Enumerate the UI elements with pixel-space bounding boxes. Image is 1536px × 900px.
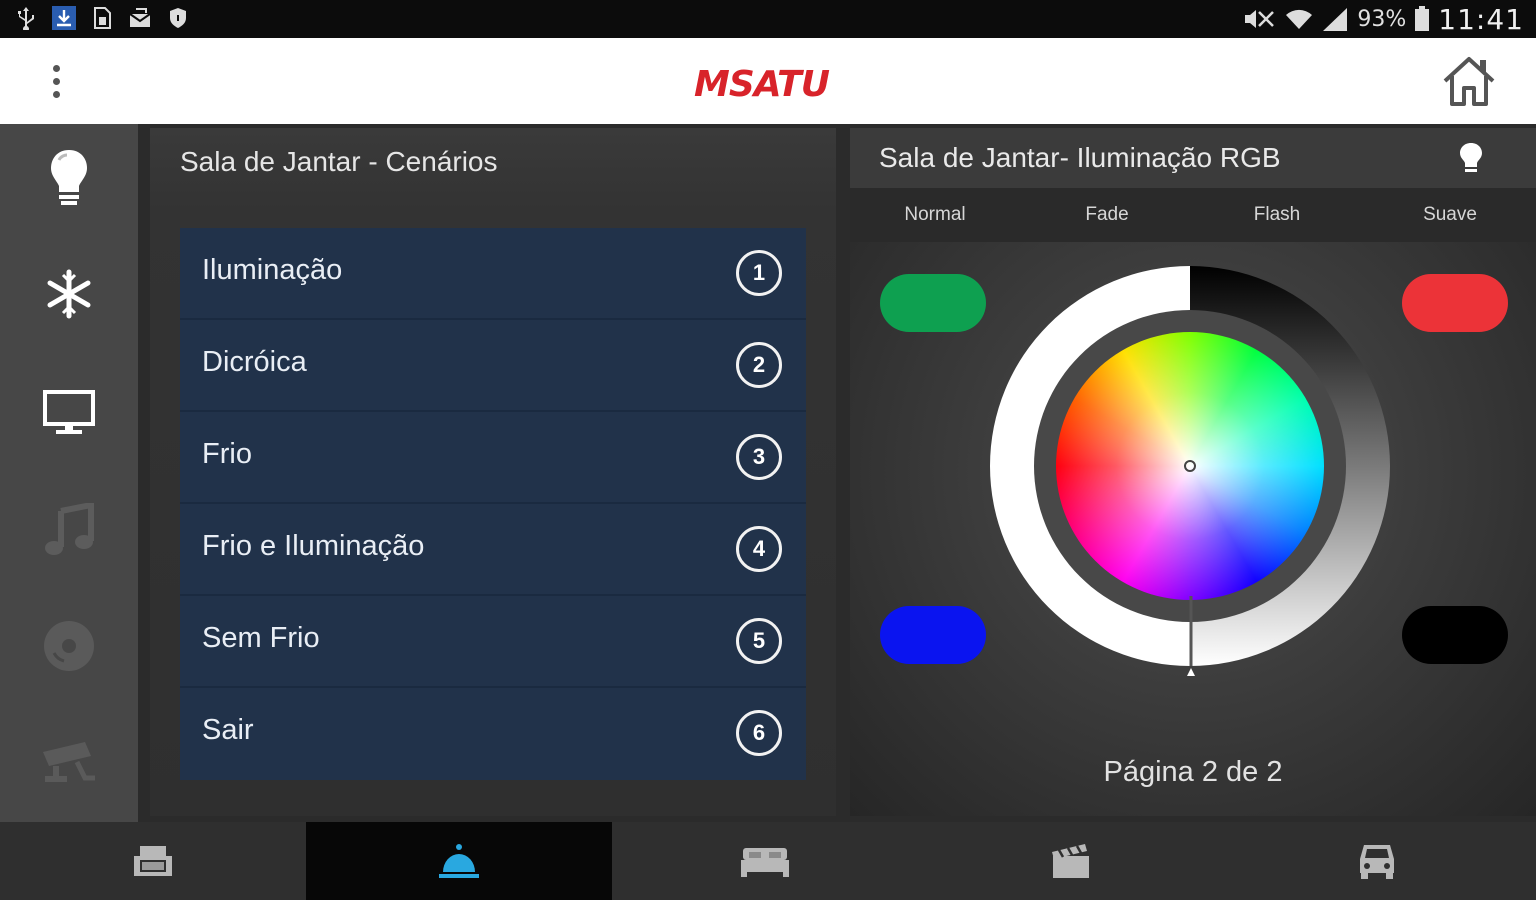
sim-icon bbox=[90, 6, 114, 30]
battery-icon bbox=[1415, 6, 1430, 31]
scene-number-badge: 2 bbox=[736, 342, 782, 388]
scene-number-badge: 4 bbox=[736, 526, 782, 572]
battery-percent: 93% bbox=[1357, 6, 1407, 32]
tab-normal[interactable]: Normal bbox=[875, 204, 995, 226]
snowflake-icon bbox=[47, 269, 91, 319]
swatch-green[interactable] bbox=[880, 274, 986, 332]
scene-item-dicroica[interactable]: Dicróica 2 bbox=[180, 320, 806, 412]
scene-label: Sem Frio bbox=[202, 622, 320, 654]
notification-icons bbox=[14, 6, 190, 30]
status-bar: 93% 11:41 bbox=[0, 0, 1536, 38]
scene-label: Dicróica bbox=[202, 346, 307, 378]
car-icon bbox=[1360, 845, 1394, 879]
scene-number-badge: 6 bbox=[736, 710, 782, 756]
shield-icon bbox=[166, 6, 190, 30]
scene-item-sem-frio[interactable]: Sem Frio 5 bbox=[180, 596, 806, 688]
rgb-panel-title: Sala de Jantar- Iluminação RGB bbox=[879, 142, 1281, 173]
sidebar-item-camera[interactable] bbox=[29, 722, 109, 802]
lightbulb-icon bbox=[51, 150, 87, 205]
page-indicator: Página 2 de 2 bbox=[1103, 756, 1283, 788]
scene-label: Sair bbox=[202, 714, 254, 746]
scene-number-badge: 3 bbox=[736, 434, 782, 480]
rgb-panel: Sala de Jantar- Iluminação RGB Normal Fa… bbox=[850, 128, 1536, 816]
clock: 11:41 bbox=[1438, 2, 1524, 36]
scene-label: Iluminação bbox=[202, 254, 343, 286]
scenes-panel: Sala de Jantar - Cenários Iluminação 1 D… bbox=[150, 128, 836, 816]
clapperboard-icon bbox=[1052, 844, 1089, 878]
scene-number-badge: 1 bbox=[736, 250, 782, 296]
svg-text:MSATU: MSATU bbox=[694, 64, 830, 105]
swatch-red[interactable] bbox=[1402, 274, 1508, 332]
room-tab-living-room[interactable] bbox=[0, 822, 306, 900]
room-nav bbox=[0, 822, 1536, 900]
color-picker bbox=[990, 266, 1390, 678]
tab-fade[interactable]: Fade bbox=[1047, 204, 1167, 226]
tab-flash[interactable]: Flash bbox=[1217, 204, 1337, 226]
mode-tabs: Normal Fade Flash Suave bbox=[850, 188, 1536, 242]
bed-icon bbox=[741, 848, 789, 877]
room-tab-cinema[interactable] bbox=[918, 822, 1224, 900]
scene-label: Frio e Iluminação bbox=[202, 530, 425, 562]
sidebar-item-climate[interactable] bbox=[29, 254, 109, 334]
scene-item-sair[interactable]: Sair 6 bbox=[180, 688, 806, 780]
sidebar-item-tv[interactable] bbox=[29, 372, 109, 452]
swatch-blue[interactable] bbox=[880, 606, 986, 664]
disc-icon bbox=[44, 621, 94, 671]
scene-number-badge: 5 bbox=[736, 618, 782, 664]
mail-icon bbox=[128, 6, 152, 30]
sidebar-item-lighting[interactable] bbox=[29, 138, 109, 218]
monitor-icon bbox=[43, 390, 95, 434]
category-sidebar bbox=[0, 124, 138, 822]
usb-icon bbox=[14, 6, 38, 30]
scene-label: Frio bbox=[202, 438, 252, 470]
scene-list: Iluminação 1 Dicróica 2 Frio 3 Frio e Il… bbox=[180, 228, 806, 780]
armchair-icon bbox=[134, 846, 172, 876]
scene-item-frio[interactable]: Frio 3 bbox=[180, 412, 806, 504]
home-icon[interactable] bbox=[1440, 54, 1498, 108]
scenes-panel-title: Sala de Jantar - Cenários bbox=[180, 146, 498, 177]
mute-icon bbox=[1245, 10, 1275, 28]
system-status: 93% 11:41 bbox=[1243, 2, 1524, 36]
rgb-panel-header: Sala de Jantar- Iluminação RGB bbox=[850, 128, 1536, 188]
security-camera-icon bbox=[43, 742, 95, 782]
sidebar-item-media[interactable] bbox=[29, 606, 109, 686]
brightness-handle[interactable] bbox=[1186, 668, 1196, 678]
lightbulb-icon[interactable] bbox=[1456, 142, 1486, 176]
room-tab-dining-room[interactable] bbox=[306, 822, 612, 900]
scene-item-frio-e-iluminacao[interactable]: Frio e Iluminação 4 bbox=[180, 504, 806, 596]
hue-wheel[interactable] bbox=[1056, 332, 1324, 600]
app-bar: MSATU bbox=[0, 38, 1536, 124]
overflow-menu-icon[interactable] bbox=[36, 58, 76, 104]
wifi-icon bbox=[1286, 9, 1313, 29]
tab-suave[interactable]: Suave bbox=[1390, 204, 1510, 226]
sidebar-item-music[interactable] bbox=[29, 490, 109, 570]
swatch-black[interactable] bbox=[1402, 606, 1508, 664]
room-tab-bedroom[interactable] bbox=[612, 822, 918, 900]
serving-dish-icon bbox=[439, 844, 479, 878]
music-note-icon bbox=[45, 503, 94, 555]
download-icon bbox=[52, 6, 76, 30]
room-tab-garage[interactable] bbox=[1224, 822, 1530, 900]
signal-icon bbox=[1323, 8, 1348, 31]
scene-item-iluminacao[interactable]: Iluminação 1 bbox=[180, 228, 806, 320]
brand-logo: MSATU bbox=[690, 58, 850, 106]
